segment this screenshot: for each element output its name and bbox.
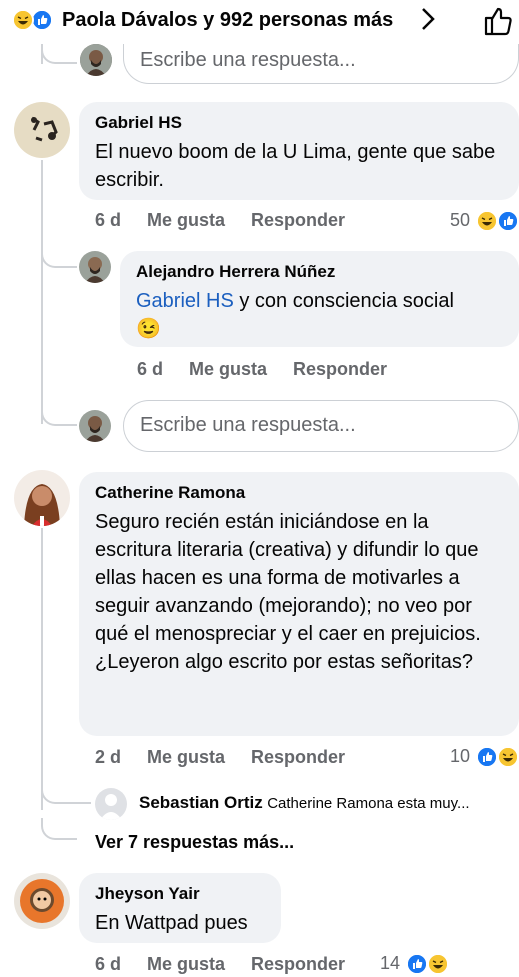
thread-connector (41, 782, 91, 804)
reply-time[interactable]: 6 d (137, 359, 163, 379)
comment-author[interactable]: Jheyson Yair (95, 883, 265, 905)
reaction-number: 10 (450, 746, 471, 766)
mention-link[interactable]: Gabriel HS (136, 290, 234, 312)
comment-bubble[interactable]: Catherine Ramona Seguro recién están ini… (79, 472, 519, 736)
reply-button[interactable]: Responder (251, 210, 345, 230)
like-button[interactable]: Me gusta (147, 954, 225, 974)
reply-button[interactable]: Responder (251, 954, 345, 974)
reply-text-body: y con consciencia social (233, 290, 454, 312)
reaction-number: 50 (450, 210, 471, 230)
like-button[interactable]: Me gusta (189, 359, 267, 379)
comment-author[interactable]: Catherine Ramona (95, 482, 503, 504)
collapsed-reply-author[interactable]: Sebastian Ortiz (139, 793, 263, 812)
user-avatar (79, 410, 111, 442)
comment-author[interactable]: Gabriel HS (95, 112, 503, 134)
reactions-header[interactable]: Paola Dávalos y 992 personas más (0, 0, 519, 44)
thread-connector (41, 818, 77, 840)
comment-text: En Wattpad pues (95, 912, 248, 934)
like-icon (406, 953, 428, 975)
thread-line (41, 160, 43, 424)
like-button[interactable]: Me gusta (147, 210, 225, 230)
chevron-right-icon[interactable] (420, 6, 436, 39)
user-avatar (80, 44, 112, 76)
avatar-alejandro[interactable] (79, 251, 111, 283)
comment-actions: 2 d Me gusta Responder (95, 747, 371, 768)
avatar-gabriel-hs[interactable] (14, 102, 70, 158)
reply-input[interactable]: Escribe una respuesta... (123, 400, 519, 452)
comment-bubble[interactable]: Jheyson Yair En Wattpad pues (79, 873, 281, 943)
comment-actions: 6 d Me gusta Responder (95, 954, 371, 975)
reaction-count[interactable]: 14 (380, 953, 449, 977)
thumbs-up-outline-icon[interactable] (483, 5, 513, 42)
like-button[interactable]: Me gusta (147, 747, 225, 767)
like-icon (476, 746, 498, 768)
reaction-number: 14 (380, 953, 401, 973)
comment-time[interactable]: 2 d (95, 747, 121, 767)
collapsed-reply[interactable]: Sebastian Ortiz Catherine Ramona esta mu… (139, 793, 470, 813)
reply-actions: 6 d Me gusta Responder (137, 359, 413, 380)
haha-icon (497, 746, 519, 768)
collapsed-reply-text: Catherine Ramona esta muy... (267, 795, 470, 812)
thread-connector (41, 246, 77, 268)
haha-icon (427, 953, 449, 975)
haha-icon (476, 210, 498, 232)
avatar-catherine-ramona[interactable] (14, 470, 70, 526)
reply-text: Gabriel HS y con consciencia social 😉 (136, 287, 503, 343)
avatar-sebastian-ortiz[interactable] (95, 788, 127, 820)
comment-time[interactable]: 6 d (95, 210, 121, 230)
reaction-count[interactable]: 50 (450, 210, 519, 234)
comment-bubble[interactable]: Gabriel HS El nuevo boom de la U Lima, g… (79, 102, 519, 200)
comment-time[interactable]: 6 d (95, 954, 121, 974)
comment-text: Seguro recién están iniciándose en la es… (95, 511, 481, 673)
reply-placeholder: Escribe una respuesta... (140, 414, 356, 436)
reactions-summary[interactable]: Paola Dávalos y 992 personas más (62, 9, 393, 32)
thread-line (41, 528, 43, 810)
like-icon (31, 9, 53, 31)
reply-button[interactable]: Responder (251, 747, 345, 767)
comment-text: El nuevo boom de la U Lima, gente que sa… (95, 141, 496, 191)
thread-connector (41, 402, 77, 426)
reply-button[interactable]: Responder (293, 359, 387, 379)
haha-icon (12, 9, 34, 31)
reply-bubble[interactable]: Alejandro Herrera Núñez Gabriel HS y con… (120, 251, 519, 347)
reaction-count[interactable]: 10 (450, 746, 519, 770)
reply-author[interactable]: Alejandro Herrera Núñez (136, 261, 503, 283)
avatar-jheyson-yair[interactable] (14, 873, 70, 929)
like-icon (497, 210, 519, 232)
wink-emoji: 😉 (136, 318, 161, 340)
more-replies-link[interactable]: Ver 7 respuestas más... (95, 832, 294, 853)
reply-placeholder: Escribe una respuesta... (140, 49, 356, 71)
comment-actions: 6 d Me gusta Responder (95, 210, 371, 231)
